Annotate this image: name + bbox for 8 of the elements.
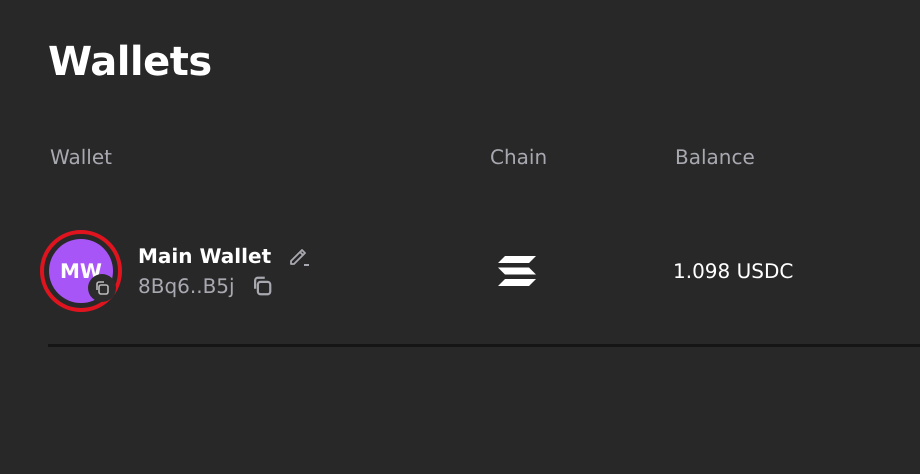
page-title: Wallets	[47, 38, 213, 86]
chain-logo-icon	[498, 256, 536, 286]
column-header: Wallet	[49, 144, 114, 171]
wallet-name: Main Wallet	[138, 243, 272, 270]
balance-amount: 1.098 USDC	[673, 258, 794, 285]
wallet-address: 8Bq6..B5j	[138, 273, 235, 300]
column-header: Chain	[489, 144, 548, 171]
column-header: Balance	[674, 144, 756, 171]
